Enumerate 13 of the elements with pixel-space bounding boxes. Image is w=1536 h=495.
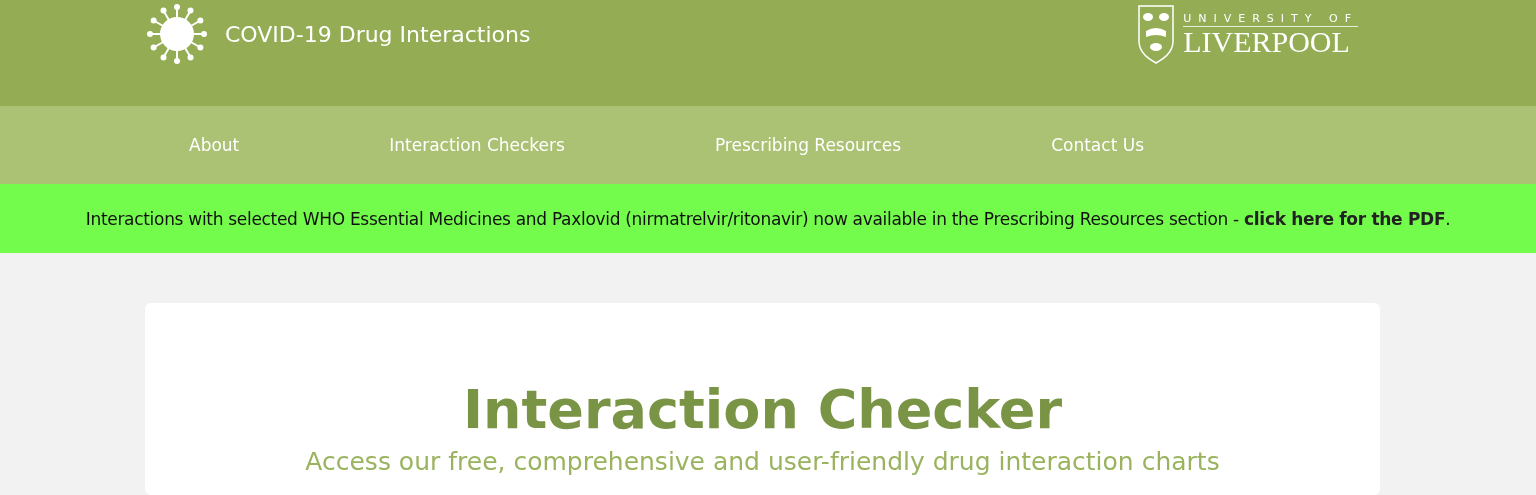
- page-heading: Interaction Checker: [462, 378, 1063, 441]
- page-subtitle: Access our free, comprehensive and user-friendly drug interaction charts: [305, 447, 1220, 476]
- nav-link[interactable]: Contact Us: [1051, 135, 1144, 155]
- nav-link[interactable]: About: [189, 135, 240, 155]
- announcement-text: Interactions with selected WHO Essential Medicines and Paxlovid (nirmatrelvir/ritonavir) now available in the Prescribing Resources section - click here for the PDF.: [85, 208, 1451, 229]
- virus-icon: [145, 2, 209, 66]
- crest-icon: [1137, 3, 1176, 65]
- pdf-link[interactable]: click here for the PDF: [1244, 208, 1446, 229]
- site-title: COVID-19 Drug Interactions: [225, 21, 531, 47]
- university-name: UNIVERSITY OF: [1183, 11, 1358, 27]
- nav-link[interactable]: Interaction Checkers: [389, 135, 565, 155]
- nav-link[interactable]: Prescribing Resources: [714, 135, 902, 155]
- university-name: LIVERPOOL: [1183, 26, 1351, 57]
